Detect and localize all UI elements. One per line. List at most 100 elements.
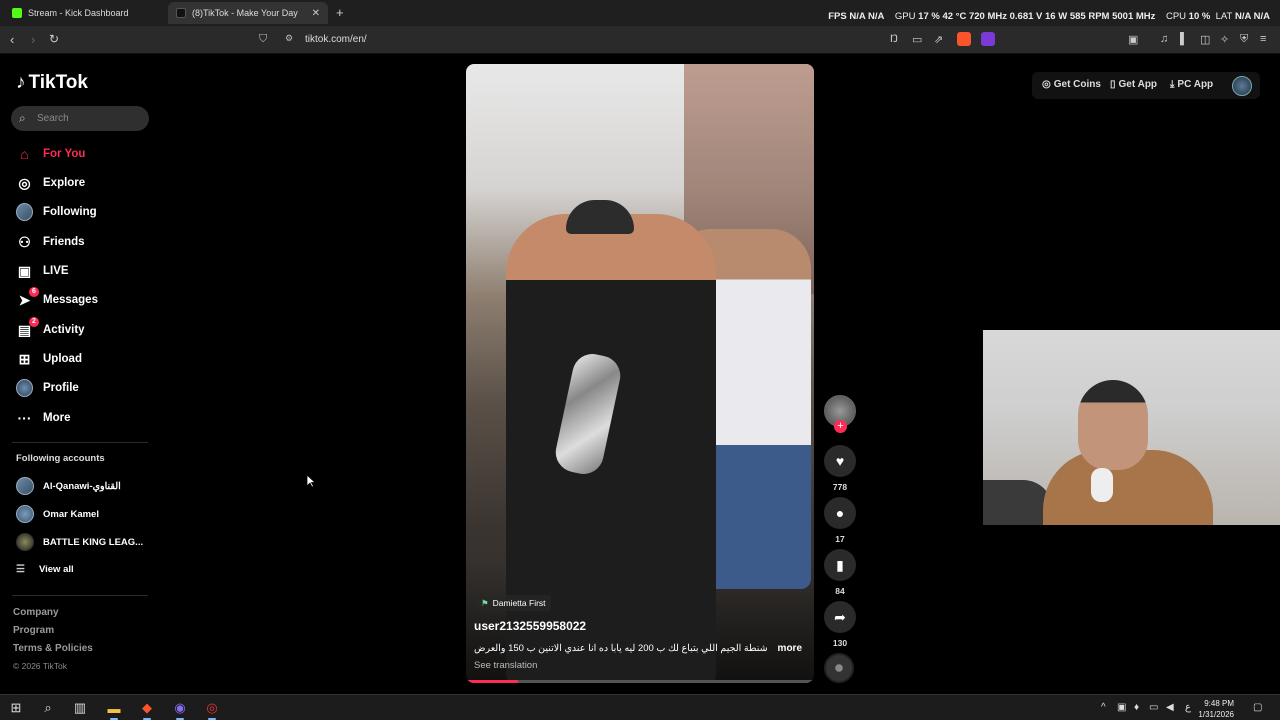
menu-icon[interactable]: ≡	[1260, 33, 1266, 45]
close-tab-icon[interactable]: ✕	[312, 8, 320, 19]
nav-activity[interactable]: ▤ 2 Activity	[16, 316, 85, 340]
network-icon[interactable]: ▭	[1149, 702, 1158, 713]
reload-icon[interactable]: ↻	[49, 32, 59, 46]
avatar	[16, 477, 34, 495]
nav-messages[interactable]: ➤ 6 Messages	[16, 286, 98, 310]
nav-explore[interactable]: ◎ Explore	[16, 173, 85, 193]
video-author[interactable]: user2132559958022	[474, 619, 586, 633]
nav-for-you[interactable]: ⌂ For You	[16, 144, 85, 164]
get-app-button[interactable]: ▯ Get App	[1110, 79, 1157, 90]
footer-company-link[interactable]: Company	[13, 607, 59, 618]
get-coins-button[interactable]: ◎ Get Coins	[1042, 79, 1101, 90]
tiktok-note-icon: ♪	[16, 72, 26, 93]
leo-ai-icon[interactable]: ✧	[1220, 33, 1229, 46]
coin-icon: ◎	[1042, 79, 1051, 90]
like-button[interactable]: ♥	[824, 445, 856, 477]
video-progress-bar[interactable]	[466, 680, 814, 683]
share-arrow-icon: ➦	[834, 608, 846, 625]
windows-taskbar: ⊞ ⌕ ▥ ▬ ◆ ◉ ◎ ^ ▣ ♦ ▭ ◀ ع 9:48 PM 1/31/2…	[0, 694, 1280, 720]
new-tab-icon[interactable]: +	[336, 5, 344, 20]
top-right-bar: ◎ Get Coins ▯ Get App ⤓ PC App	[1032, 72, 1260, 99]
back-icon[interactable]: ‹	[10, 32, 14, 47]
notifications-icon[interactable]: ▢	[1253, 702, 1262, 713]
music-disc-icon[interactable]	[824, 653, 854, 683]
site-info-icon[interactable]: ⚙	[285, 33, 293, 44]
system-clock[interactable]: 9:48 PM 1/31/2026	[1198, 698, 1234, 720]
footer-terms-link[interactable]: Terms & Policies	[13, 643, 93, 654]
nav-more[interactable]: ··· More	[16, 408, 71, 428]
avatar	[16, 533, 34, 551]
see-translation-button[interactable]: See translation	[474, 660, 537, 671]
sidebar-toggle-icon[interactable]: ▌	[1180, 33, 1188, 45]
nav-friends[interactable]: ⚇ Friends	[16, 232, 84, 252]
footer-program-link[interactable]: Program	[13, 625, 54, 636]
address-bar: ‹ › ↻ ⛉ ⚙ tiktok.com/en/ Ŋ ▭ ⇗ ▣ ♫ ▌ ◫ ✧…	[0, 26, 1280, 54]
download-icon: ⤓	[1170, 79, 1175, 90]
upload-icon: ⊞	[18, 350, 31, 367]
wallet-icon[interactable]: ◫	[1200, 33, 1210, 46]
task-view-icon[interactable]: ▥	[71, 699, 89, 717]
nav-following[interactable]: Following	[16, 202, 97, 222]
vpn-icon[interactable]: ⛨	[1240, 33, 1248, 46]
tiktok-logo[interactable]: ♪ TikTok	[16, 72, 88, 94]
tray-app-icon[interactable]: ▣	[1117, 702, 1126, 713]
avatar-icon	[16, 203, 33, 221]
following-accounts-title: Following accounts	[16, 453, 105, 464]
compass-icon: ◎	[18, 174, 31, 191]
list-icon: ☰	[16, 564, 25, 575]
no-translate-icon[interactable]: Ŋ	[890, 33, 898, 45]
sidebar: ♪ TikTok ⌕ Search ⌂ For You ◎ Explore Foll…	[0, 54, 160, 694]
tab-tiktok[interactable]: (8)TikTok - Make Your Day ✕	[168, 2, 328, 24]
file-explorer-icon[interactable]: ▬	[105, 699, 123, 720]
caption-more-button[interactable]: more	[778, 643, 802, 654]
language-indicator[interactable]: ع	[1185, 702, 1191, 713]
location-tag[interactable]: ⚑ Damietta First	[476, 595, 551, 611]
brave-rewards-icon[interactable]	[981, 32, 995, 46]
messages-badge: 6	[29, 286, 39, 297]
share-icon[interactable]: ⇗	[934, 33, 943, 46]
cast-icon[interactable]: ▭	[912, 33, 922, 46]
nav-live[interactable]: ▣ LIVE	[16, 261, 69, 281]
taskbar-search-icon[interactable]: ⌕	[39, 699, 57, 717]
video-progress-fill	[466, 680, 519, 683]
comment-button[interactable]: ●	[824, 497, 856, 529]
account-al-qanawi[interactable]: Al-Qanawi-القناوي	[16, 476, 121, 496]
follow-plus-icon[interactable]: +	[834, 420, 847, 433]
location-pin-icon: ⚑	[481, 597, 489, 608]
account-omar-kamel[interactable]: Omar Kamel	[16, 504, 99, 524]
save-button[interactable]: ▮	[824, 549, 856, 581]
user-avatar[interactable]	[1232, 76, 1252, 96]
forward-icon[interactable]: ›	[31, 32, 35, 47]
pc-app-button[interactable]: ⤓ PC App	[1170, 79, 1213, 90]
windows-start-icon[interactable]: ⊞	[7, 699, 25, 717]
performance-overlay: FPS N/A N/A GPU 17 % 42 °C 720 MHz 0.681…	[828, 11, 1270, 22]
phone-icon: ▯	[1110, 79, 1116, 90]
tray-expand-icon[interactable]: ^	[1101, 702, 1106, 713]
account-battle-king[interactable]: BATTLE KING LEAG...	[16, 532, 143, 552]
media-icon[interactable]: ♫	[1160, 33, 1168, 45]
view-all-button[interactable]: ☰ View all	[16, 564, 74, 575]
nav-profile[interactable]: Profile	[16, 378, 79, 398]
screenshot-icon[interactable]: ▣	[1128, 33, 1138, 46]
share-button[interactable]: ➦	[824, 601, 856, 633]
recording-app-icon[interactable]: ◎	[203, 699, 221, 720]
friends-icon: ⚇	[18, 233, 31, 250]
obs-app-icon[interactable]: ◉	[171, 699, 189, 720]
volume-icon[interactable]: ◀	[1166, 702, 1174, 713]
bookmark-icon[interactable]: ⛉	[259, 33, 267, 46]
profile-icon	[16, 379, 33, 397]
activity-badge: 2	[29, 316, 39, 327]
url-field[interactable]: tiktok.com/en/	[305, 34, 367, 45]
microphone-tray-icon[interactable]: ♦	[1134, 702, 1139, 713]
brave-browser-icon[interactable]: ◆	[138, 699, 156, 720]
nav-upload[interactable]: ⊞ Upload	[16, 349, 82, 369]
save-count: 84	[835, 586, 845, 596]
search-input[interactable]: ⌕ Search	[11, 106, 149, 131]
bookmark-icon: ▮	[836, 556, 844, 573]
tab-kick-dashboard[interactable]: Stream - Kick Dashboard	[4, 2, 164, 24]
brave-shields-icon[interactable]	[957, 32, 971, 46]
video-player[interactable]: ⚑ Damietta First user2132559958022 شنطة ا…	[466, 64, 814, 683]
video-caption: شنطة الجيم اللي بتباع لك ب 200 ليه يابا …	[474, 643, 768, 654]
mouse-cursor-icon	[306, 474, 316, 488]
divider	[12, 442, 148, 443]
